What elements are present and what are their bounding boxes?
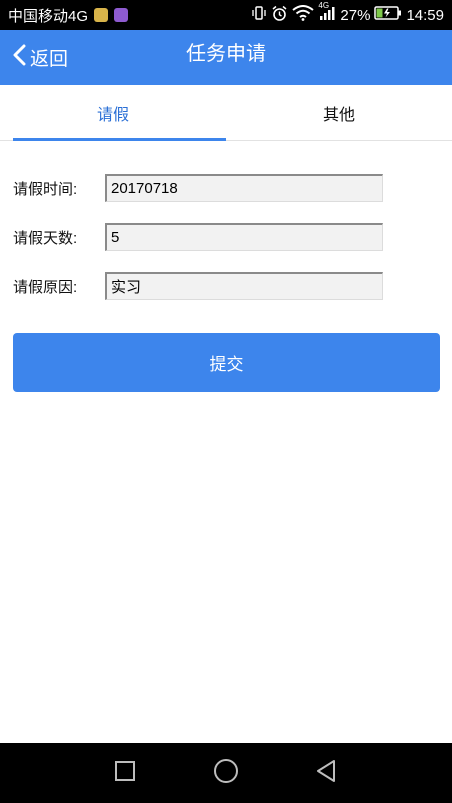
wifi-icon: [292, 5, 315, 25]
status-right: 4G 27% 14:59: [251, 1, 444, 26]
signal-icon: 4G: [318, 1, 336, 25]
submit-button[interactable]: 提交: [13, 333, 440, 392]
leave-date-label: 请假时间:: [13, 180, 78, 198]
tab-bar: 请假 其他: [0, 85, 452, 141]
leave-days-input[interactable]: [105, 223, 383, 251]
active-tab-indicator: [13, 138, 226, 141]
leave-reason-input[interactable]: [105, 272, 383, 300]
circle-icon: [213, 758, 239, 789]
vibrate-icon: [251, 5, 267, 25]
square-icon: [114, 760, 136, 787]
app-header: 返回 任务申请: [0, 30, 452, 85]
battery-charging-icon: [374, 6, 402, 24]
app-notification-icon: [94, 8, 109, 22]
form-row-leave-reason: 请假原因:: [13, 271, 452, 301]
form-row-leave-date: 请假时间:: [13, 173, 452, 203]
clock: 14:59: [406, 6, 444, 24]
tab-leave[interactable]: 请假: [0, 85, 226, 141]
battery-percent: 27%: [340, 6, 371, 24]
status-bar: 中国移动4G 4G 27% 14:59: [0, 0, 452, 30]
form-row-leave-days: 请假天数:: [13, 222, 452, 252]
nav-back-button[interactable]: [311, 758, 341, 788]
leave-date-input[interactable]: [105, 174, 383, 202]
leave-reason-label: 请假原因:: [13, 278, 78, 296]
system-nav-bar: [0, 743, 452, 803]
network-type-label: 4G: [318, 1, 330, 10]
recent-apps-button[interactable]: [110, 758, 140, 788]
app-notification-icon: [114, 8, 129, 22]
tab-other[interactable]: 其他: [226, 85, 452, 140]
leave-days-label: 请假天数:: [13, 229, 78, 247]
alarm-icon: [271, 5, 288, 26]
carrier-label: 中国移动4G: [8, 7, 89, 25]
home-button[interactable]: [211, 758, 241, 788]
status-left: 中国移动4G: [8, 5, 129, 26]
page-title: 任务申请: [186, 43, 266, 65]
triangle-back-icon: [314, 759, 338, 788]
tab-label: 请假: [96, 106, 129, 124]
tab-label: 其他: [322, 106, 355, 124]
